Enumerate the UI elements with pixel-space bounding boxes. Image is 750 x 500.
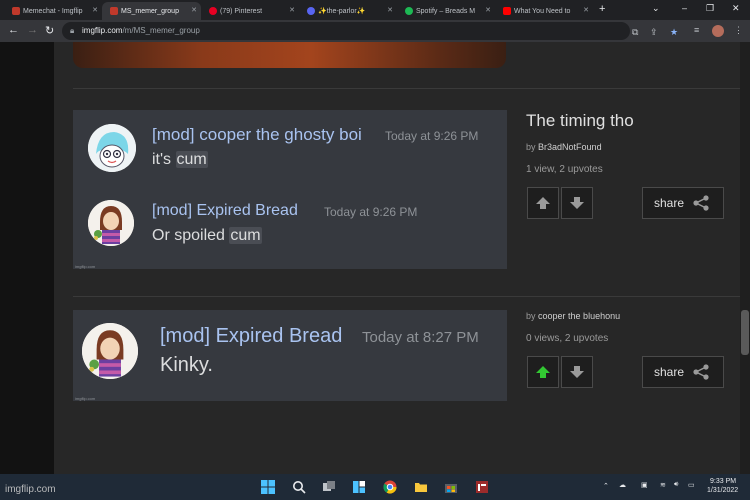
close-tab-icon[interactable]: ✕ bbox=[289, 6, 295, 14]
windows-start-icon[interactable] bbox=[261, 480, 275, 494]
tab-spotify[interactable]: Spotify – Breads M ✕ bbox=[397, 2, 495, 20]
close-tab-icon[interactable]: ✕ bbox=[191, 6, 197, 14]
downvote-button[interactable] bbox=[561, 187, 593, 219]
previous-meme-image[interactable] bbox=[73, 42, 506, 68]
post-author-link[interactable]: Br3adNotFound bbox=[538, 142, 602, 152]
volume-icon[interactable]: 🔊︎ bbox=[674, 481, 678, 489]
share-icon bbox=[693, 195, 709, 211]
share-button[interactable]: share bbox=[642, 356, 724, 388]
battery-icon[interactable]: ▭ bbox=[688, 481, 695, 489]
windows-taskbar: ⌃ ☁ ▣ ≋ 🔊︎ ▭ 9:33 PM 1/31/2022 bbox=[0, 474, 750, 500]
tab-search-icon[interactable]: ⌄ bbox=[652, 3, 660, 14]
ghost-avatar bbox=[88, 124, 136, 172]
share-icon bbox=[693, 364, 709, 380]
bread-avatar bbox=[88, 200, 134, 246]
highlighted-word: cum bbox=[175, 151, 208, 168]
close-window-icon[interactable]: ✕ bbox=[732, 3, 740, 14]
wifi-icon[interactable]: ≋ bbox=[660, 481, 666, 489]
discord-favicon-icon bbox=[307, 7, 315, 15]
message-timestamp: Today at 9:26 PM bbox=[385, 129, 479, 143]
post-title[interactable]: The timing tho bbox=[526, 111, 634, 131]
bookmark-star-icon[interactable]: ★ bbox=[670, 27, 678, 38]
tab-the-parlor[interactable]: ✨the-parlor✨ ✕ bbox=[299, 2, 397, 20]
imgflip-favicon-icon bbox=[12, 7, 20, 15]
taskbar-clock-date[interactable]: 1/31/2022 bbox=[707, 487, 738, 494]
downvote-button[interactable] bbox=[561, 356, 593, 388]
down-arrow-icon bbox=[570, 197, 584, 209]
message-text: Kinky. bbox=[160, 354, 213, 376]
message-timestamp: Today at 9:26 PM bbox=[324, 205, 418, 219]
spotify-favicon-icon bbox=[405, 7, 413, 15]
browser-tab-strip: Memechat - Imgflip ✕ MS_memer_group ✕ (7… bbox=[0, 0, 750, 20]
imgflip-favicon-icon bbox=[110, 7, 118, 15]
url-text: imgflip.com/m/MS_memer_group bbox=[82, 26, 200, 35]
post-author-link[interactable]: cooper the bluehonu bbox=[538, 311, 620, 321]
imgflip-watermark: imgflip.com bbox=[5, 484, 56, 495]
up-arrow-icon bbox=[536, 366, 550, 378]
upvote-button[interactable] bbox=[527, 356, 559, 388]
search-icon[interactable] bbox=[292, 480, 306, 494]
install-icon[interactable]: ⧉ bbox=[632, 27, 638, 38]
message-author: [mod] cooper the ghosty boi bbox=[152, 125, 362, 144]
tab-pinterest[interactable]: (79) Pinterest ✕ bbox=[201, 2, 299, 20]
post-stats: 1 view, 2 upvotes bbox=[526, 164, 603, 175]
taskbar-clock-time[interactable]: 9:33 PM bbox=[710, 478, 736, 485]
lock-icon[interactable]: 🔒︎ bbox=[70, 26, 74, 36]
tray-app-icon[interactable]: ▣ bbox=[641, 481, 648, 489]
tab-youtube[interactable]: What You Need to ✕ bbox=[495, 2, 593, 20]
back-arrow-icon[interactable]: ← bbox=[8, 24, 19, 36]
post-stats: 0 views, 2 upvotes bbox=[526, 333, 609, 344]
meme-watermark: imgflip.com bbox=[75, 264, 96, 269]
post-divider bbox=[73, 88, 740, 89]
message-author: [mod] Expired Bread bbox=[160, 325, 343, 347]
pinterest-favicon-icon bbox=[209, 7, 217, 15]
page-scrollbar-thumb[interactable] bbox=[741, 310, 749, 355]
chrome-menu-icon[interactable]: ⋮ bbox=[734, 25, 743, 36]
tab-ms-memer-group[interactable]: MS_memer_group ✕ bbox=[102, 2, 201, 20]
tray-overflow-icon[interactable]: ⌃ bbox=[603, 482, 609, 490]
store-icon[interactable] bbox=[444, 480, 458, 494]
close-tab-icon[interactable]: ✕ bbox=[92, 6, 98, 14]
address-bar[interactable]: 🔒︎ imgflip.com/m/MS_memer_group ⧉ ⇪ ★ bbox=[62, 22, 678, 40]
imgflip-app-icon[interactable] bbox=[475, 480, 489, 494]
down-arrow-icon bbox=[570, 366, 584, 378]
onedrive-icon[interactable]: ☁ bbox=[619, 481, 626, 489]
tab-memechat[interactable]: Memechat - Imgflip ✕ bbox=[4, 2, 102, 20]
minimize-icon[interactable]: – bbox=[682, 3, 687, 13]
post-author-line: by cooper the bluehonu bbox=[526, 311, 621, 321]
message-text: it's cum bbox=[152, 151, 208, 168]
task-view-icon[interactable] bbox=[322, 480, 336, 494]
post-author-line: by Br3adNotFound bbox=[526, 142, 602, 152]
page-scrollbar[interactable] bbox=[740, 42, 750, 474]
bread-avatar bbox=[82, 323, 138, 379]
close-tab-icon[interactable]: ✕ bbox=[583, 6, 589, 14]
file-explorer-icon[interactable] bbox=[414, 480, 428, 494]
share-page-icon[interactable]: ⇪ bbox=[650, 27, 658, 38]
chrome-icon[interactable] bbox=[383, 480, 397, 494]
highlighted-word: cum bbox=[229, 227, 262, 244]
meme-watermark: imgflip.com bbox=[75, 396, 96, 401]
message-author: [mod] Expired Bread bbox=[152, 202, 298, 219]
forward-arrow-icon[interactable]: → bbox=[27, 24, 38, 36]
page-left-gutter bbox=[0, 42, 54, 474]
message-text: Or spoiled cum bbox=[152, 227, 262, 244]
youtube-favicon-icon bbox=[503, 7, 511, 15]
reload-icon[interactable]: ↻ bbox=[45, 24, 54, 37]
meme-image[interactable]: [mod] Expired Bread Today at 8:27 PM Kin… bbox=[73, 310, 507, 401]
maximize-icon[interactable]: ❐ bbox=[706, 3, 714, 14]
media-queue-icon[interactable]: ≡ bbox=[694, 25, 699, 35]
profile-avatar[interactable] bbox=[712, 25, 724, 37]
widgets-icon[interactable] bbox=[352, 480, 366, 494]
browser-toolbar: ← → ↻ 🔒︎ imgflip.com/m/MS_memer_group ⧉ … bbox=[0, 20, 750, 42]
new-tab-button[interactable]: + bbox=[599, 3, 605, 15]
up-arrow-icon bbox=[536, 197, 550, 209]
close-tab-icon[interactable]: ✕ bbox=[485, 6, 491, 14]
meme-image[interactable]: [mod] cooper the ghosty boi Today at 9:2… bbox=[73, 110, 507, 269]
post-divider bbox=[73, 296, 740, 297]
close-tab-icon[interactable]: ✕ bbox=[387, 6, 393, 14]
upvote-button[interactable] bbox=[527, 187, 559, 219]
message-timestamp: Today at 8:27 PM bbox=[362, 329, 479, 346]
share-button[interactable]: share bbox=[642, 187, 724, 219]
